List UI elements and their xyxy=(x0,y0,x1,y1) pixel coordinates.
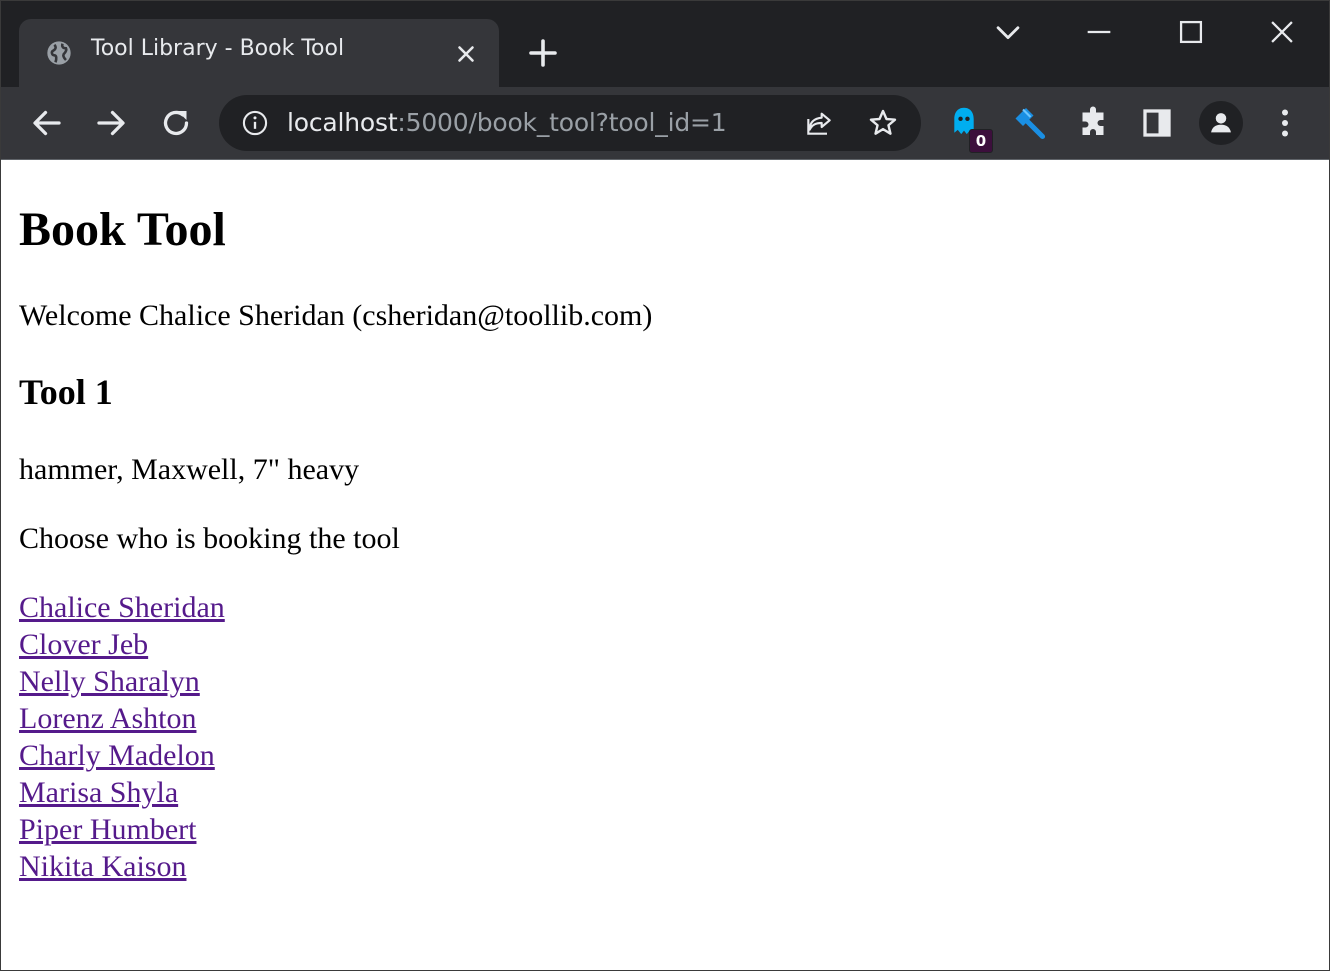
list-item: Chalice Sheridan xyxy=(19,589,225,626)
address-bar[interactable]: localhost:5000/book_tool?tool_id=1 xyxy=(219,95,921,151)
maximize-icon[interactable] xyxy=(1174,15,1208,49)
kebab-menu-icon[interactable] xyxy=(1267,105,1303,141)
reload-icon[interactable] xyxy=(158,105,194,141)
tab-strip: Tool Library - Book Tool xyxy=(1,1,1329,87)
list-item: Nelly Sharalyn xyxy=(19,663,225,700)
list-item: Piper Humbert xyxy=(19,811,225,848)
person-link[interactable]: Charly Madelon xyxy=(19,739,215,772)
person-link[interactable]: Chalice Sheridan xyxy=(19,591,225,624)
avatar[interactable] xyxy=(1199,101,1243,145)
list-item: Nikita Kaison xyxy=(19,848,225,885)
person-link[interactable]: Clover Jeb xyxy=(19,628,148,661)
close-icon[interactable] xyxy=(1265,15,1299,49)
person-link[interactable]: Piper Humbert xyxy=(19,813,196,846)
page-content: Book Tool Welcome Chalice Sheridan (cshe… xyxy=(1,160,1329,970)
list-item: Lorenz Ashton xyxy=(19,700,225,737)
share-icon[interactable] xyxy=(803,107,835,139)
hammer-icon[interactable] xyxy=(1011,105,1047,141)
url-host: localhost xyxy=(287,108,398,137)
browser-window: Tool Library - Book Tool localhost:5000/… xyxy=(0,0,1330,971)
person-list: Chalice Sheridan Clover Jeb Nelly Sharal… xyxy=(19,589,225,885)
extension-badge: 0 xyxy=(969,129,993,153)
tool-description: hammer, Maxwell, 7" heavy xyxy=(19,453,360,486)
person-link[interactable]: Nikita Kaison xyxy=(19,850,186,883)
url-path: :5000/book_tool?tool_id=1 xyxy=(397,108,727,137)
person-link[interactable]: Nelly Sharalyn xyxy=(19,665,200,698)
side-panel-icon[interactable] xyxy=(1139,105,1175,141)
tab-title: Tool Library - Book Tool xyxy=(91,36,345,61)
browser-toolbar: localhost:5000/book_tool?tool_id=1 xyxy=(1,87,1329,160)
plus-icon[interactable] xyxy=(525,35,561,71)
url-text[interactable]: localhost:5000/book_tool?tool_id=1 xyxy=(287,108,727,137)
choose-prompt: Choose who is booking the tool xyxy=(19,522,400,555)
arrow-right-icon[interactable] xyxy=(93,105,129,141)
star-icon[interactable] xyxy=(867,107,899,139)
globe-icon xyxy=(47,41,71,65)
person-icon xyxy=(1211,113,1231,133)
arrow-left-icon[interactable] xyxy=(29,105,65,141)
person-link[interactable]: Lorenz Ashton xyxy=(19,702,196,735)
person-link[interactable]: Marisa Shyla xyxy=(19,776,178,809)
list-item: Marisa Shyla xyxy=(19,774,225,811)
info-icon[interactable] xyxy=(241,109,269,137)
list-item: Charly Madelon xyxy=(19,737,225,774)
list-item: Clover Jeb xyxy=(19,626,225,663)
close-icon[interactable] xyxy=(453,41,479,67)
tool-heading: Tool 1 xyxy=(19,372,113,412)
welcome-message: Welcome Chalice Sheridan (csheridan@tool… xyxy=(19,299,653,332)
puzzle-icon[interactable] xyxy=(1075,105,1111,141)
minimize-icon[interactable] xyxy=(1082,15,1116,49)
page-title: Book Tool xyxy=(19,203,226,256)
chevron-down-icon[interactable] xyxy=(991,15,1025,49)
tab-active[interactable]: Tool Library - Book Tool xyxy=(19,19,499,87)
